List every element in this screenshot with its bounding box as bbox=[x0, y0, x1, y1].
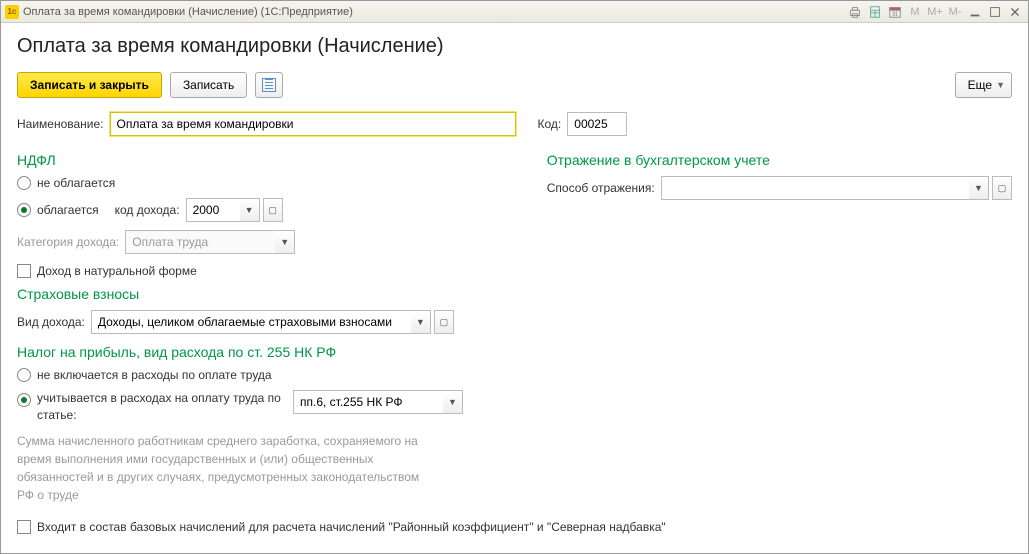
tax-excluded-radio[interactable] bbox=[17, 368, 31, 382]
method-input[interactable] bbox=[661, 176, 969, 200]
accounting-title: Отражение в бухгалтерском учете bbox=[547, 152, 1012, 168]
app-icon: 1c bbox=[5, 5, 19, 19]
titlebar: 1c Оплата за время командировки (Начисле… bbox=[1, 1, 1028, 23]
name-input[interactable] bbox=[110, 112, 516, 136]
mem-mminus-icon[interactable]: M- bbox=[946, 4, 964, 20]
income-type-dropdown[interactable]: ▼ bbox=[411, 310, 431, 334]
name-code-row: Наименование: Код: bbox=[17, 112, 1012, 136]
income-type-input[interactable] bbox=[91, 310, 411, 334]
calendar-icon[interactable]: 31 bbox=[886, 4, 904, 20]
print-icon[interactable] bbox=[846, 4, 864, 20]
article-dropdown[interactable]: ▼ bbox=[443, 390, 463, 414]
toolbar: Записать и закрыть Записать Еще ▼ bbox=[17, 72, 1012, 98]
window-title: Оплата за время командировки (Начисление… bbox=[23, 6, 844, 18]
category-label: Категория дохода: bbox=[17, 235, 119, 249]
tax-included-radio[interactable] bbox=[17, 393, 31, 407]
income-code-label: код дохода: bbox=[115, 203, 180, 217]
maximize-icon[interactable] bbox=[986, 4, 1004, 20]
article-input[interactable] bbox=[293, 390, 443, 414]
income-code-open[interactable]: ▢ bbox=[263, 198, 283, 222]
more-button[interactable]: Еще ▼ bbox=[955, 72, 1012, 98]
tax-included-label: учитывается в расходах на оплату труда п… bbox=[37, 390, 287, 424]
ndfl-title: НДФЛ bbox=[17, 152, 507, 168]
insurance-title: Страховые взносы bbox=[17, 286, 507, 302]
profit-tax-title: Налог на прибыль, вид расхода по ст. 255… bbox=[17, 344, 507, 360]
income-code-dropdown[interactable]: ▼ bbox=[240, 198, 260, 222]
save-button[interactable]: Записать bbox=[170, 72, 247, 98]
ndfl-taxed-radio[interactable] bbox=[17, 203, 31, 217]
more-label: Еще bbox=[968, 78, 992, 92]
list-icon bbox=[262, 78, 276, 92]
income-code-input[interactable] bbox=[186, 198, 240, 222]
name-label: Наименование: bbox=[17, 117, 104, 131]
mem-mplus-icon[interactable]: M+ bbox=[926, 4, 944, 20]
save-close-button[interactable]: Записать и закрыть bbox=[17, 72, 162, 98]
base-accrual-checkbox[interactable] bbox=[17, 520, 31, 534]
svg-text:31: 31 bbox=[892, 11, 898, 17]
mem-m-icon[interactable]: M bbox=[906, 4, 924, 20]
base-accrual-label: Входит в состав базовых начислений для р… bbox=[37, 520, 666, 534]
code-input[interactable] bbox=[567, 112, 627, 136]
page-title: Оплата за время командировки (Начисление… bbox=[17, 35, 1012, 58]
ndfl-taxed-label: облагается bbox=[37, 203, 99, 217]
method-label: Способ отражения: bbox=[547, 181, 655, 195]
ndfl-not-taxed-radio[interactable] bbox=[17, 176, 31, 190]
profit-tax-note: Сумма начисленного работникам среднего з… bbox=[17, 432, 437, 504]
tax-excluded-label: не включается в расходы по оплате труда bbox=[37, 368, 272, 382]
minimize-icon[interactable] bbox=[966, 4, 984, 20]
income-type-open[interactable]: ▢ bbox=[434, 310, 454, 334]
close-icon[interactable] bbox=[1006, 4, 1024, 20]
calc-icon[interactable] bbox=[866, 4, 884, 20]
content: Оплата за время командировки (Начисление… bbox=[1, 23, 1028, 553]
list-button[interactable] bbox=[255, 72, 283, 98]
natural-form-checkbox[interactable] bbox=[17, 264, 31, 278]
category-input bbox=[125, 230, 275, 254]
chevron-down-icon: ▼ bbox=[996, 80, 1005, 90]
natural-form-label: Доход в натуральной форме bbox=[37, 264, 197, 278]
income-type-label: Вид дохода: bbox=[17, 315, 85, 329]
ndfl-not-taxed-label: не облагается bbox=[37, 176, 115, 190]
code-label: Код: bbox=[538, 117, 562, 131]
method-open[interactable]: ▢ bbox=[992, 176, 1012, 200]
method-dropdown[interactable]: ▼ bbox=[969, 176, 989, 200]
window: 1c Оплата за время командировки (Начисле… bbox=[0, 0, 1029, 554]
category-dropdown: ▼ bbox=[275, 230, 295, 254]
